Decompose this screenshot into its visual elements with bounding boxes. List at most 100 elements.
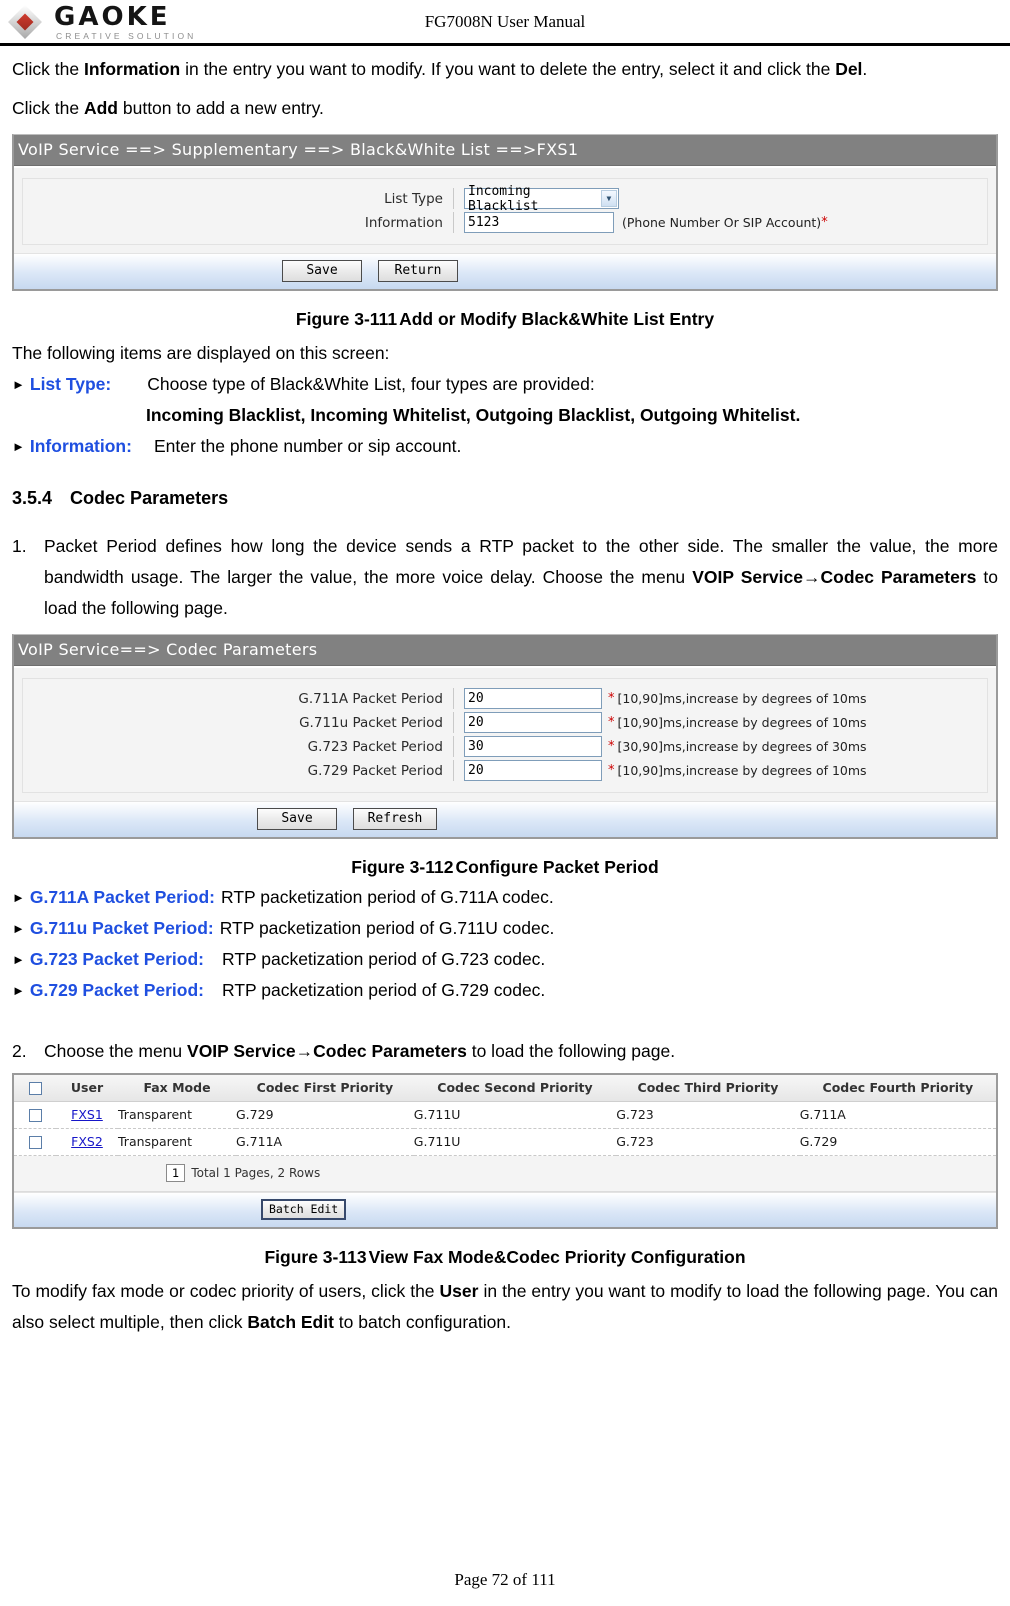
closing-paragraph: To modify fax mode or codec priority of … bbox=[12, 1276, 998, 1338]
bullet-g723: ► G.723 Packet Period: RTP packetization… bbox=[12, 944, 998, 975]
closing-text-e: to batch configuration. bbox=[333, 1312, 511, 1332]
triangle-bullet-icon: ► bbox=[12, 890, 25, 905]
row-user-cell: FXS1 bbox=[56, 1101, 118, 1129]
triangle-bullet-icon: ► bbox=[12, 377, 25, 392]
form-row-list-type: List Type Incoming Blacklist ▼ bbox=[23, 184, 987, 214]
header-codec-second: Codec Second Priority bbox=[413, 1075, 617, 1102]
screenshot-codec-breadcrumb-title: VoIP Service==> Codec Parameters bbox=[14, 635, 996, 666]
section-heading-codec-parameters: 3.5.4 Codec Parameters bbox=[12, 488, 998, 509]
list-type-selected-value: Incoming Blacklist bbox=[468, 183, 539, 214]
page-footer: Page 72 of 111 bbox=[454, 1570, 556, 1589]
g711a-hint: [10,90]ms,increase by degrees of 10ms bbox=[617, 691, 867, 706]
refresh-button[interactable]: Refresh bbox=[353, 808, 437, 830]
row-codec-fourth: G.711A bbox=[799, 1101, 996, 1129]
list-type-select[interactable]: Incoming Blacklist ▼ bbox=[464, 184, 619, 214]
row-codec-second: G.711U bbox=[413, 1128, 617, 1156]
closing-text-a: To modify fax mode or codec priority of … bbox=[12, 1281, 440, 1301]
information-label: Information bbox=[364, 214, 443, 231]
g711a-input[interactable]: 20 bbox=[464, 688, 602, 709]
bullet-g723-desc: RTP packetization period of G.723 codec. bbox=[222, 949, 546, 969]
paragraph-2-text: Choose the menu VOIP Service→Codec Param… bbox=[44, 1036, 998, 1067]
table-body: FXS1 Transparent G.729 G.711U G.723 G.71… bbox=[14, 1101, 996, 1156]
row-checkbox[interactable] bbox=[28, 1136, 42, 1149]
form-row-information: Information 5123 (Phone Number Or SIP Ac… bbox=[23, 212, 987, 233]
figure-caption-112: Figure 3-112 Configure Packet Period bbox=[12, 857, 998, 878]
bullet-information-desc: Enter the phone number or sip account. bbox=[153, 436, 462, 456]
required-asterisk: * bbox=[608, 715, 615, 730]
bullet-g711a: ► G.711A Packet Period: RTP packetizatio… bbox=[12, 882, 998, 913]
required-asterisk: * bbox=[608, 691, 615, 706]
numbered-paragraph-1: 1. Packet Period defines how long the de… bbox=[12, 531, 998, 624]
save-button[interactable]: Save bbox=[257, 808, 337, 830]
row-checkbox-cell bbox=[14, 1128, 56, 1156]
row-codec-first: G.729 bbox=[236, 1101, 414, 1129]
user-link-fxs1[interactable]: FXS1 bbox=[71, 1107, 103, 1122]
required-asterisk: * bbox=[821, 215, 828, 230]
bullet-g711a-desc: RTP packetization period of G.711A codec… bbox=[221, 887, 554, 907]
table-header-row: User Fax Mode Codec First Priority Codec… bbox=[14, 1075, 996, 1102]
g711a-label: G.711A Packet Period bbox=[298, 690, 443, 707]
header-codec-first: Codec First Priority bbox=[236, 1075, 414, 1102]
information-input[interactable]: 5123 bbox=[464, 212, 614, 233]
bullet-list-type-label: List Type: bbox=[29, 374, 112, 394]
select-all-checkbox[interactable] bbox=[28, 1082, 42, 1095]
row-codec-first: G.711A bbox=[236, 1128, 414, 1156]
row-codec-fourth: G.729 bbox=[799, 1128, 996, 1156]
bullet-g729-label: G.729 Packet Period: bbox=[29, 980, 204, 1000]
user-link-fxs2[interactable]: FXS2 bbox=[71, 1134, 103, 1149]
table-header: User Fax Mode Codec First Priority Codec… bbox=[14, 1075, 996, 1102]
screenshot-fax-codec-table: User Fax Mode Codec First Priority Codec… bbox=[12, 1073, 998, 1229]
row-codec-third: G.723 bbox=[616, 1101, 800, 1129]
save-button[interactable]: Save bbox=[282, 260, 362, 282]
page-number-button[interactable]: 1 bbox=[166, 1164, 186, 1182]
header-codec-third: Codec Third Priority bbox=[616, 1075, 800, 1102]
header-user: User bbox=[56, 1075, 118, 1102]
bullet-g711u: ► G.711u Packet Period: RTP packetizatio… bbox=[12, 913, 998, 944]
row-divider bbox=[453, 188, 454, 209]
bullet-g729-desc: RTP packetization period of G.729 codec. bbox=[222, 980, 546, 1000]
return-button[interactable]: Return bbox=[378, 260, 458, 282]
screenshot-button-bar: Save Return bbox=[14, 253, 996, 289]
para2-text-c: to load the following page. bbox=[466, 1041, 676, 1061]
bullet-g711u-desc: RTP packetization period of G.711U codec… bbox=[219, 918, 555, 938]
chevron-down-icon[interactable]: ▼ bbox=[600, 190, 617, 207]
bullet-list-type-subtext: Incoming Blacklist, Incoming Whitelist, … bbox=[146, 405, 801, 425]
para2-text-a: Choose the menu bbox=[44, 1041, 188, 1061]
row-codec-third: G.723 bbox=[616, 1128, 800, 1156]
g711u-input[interactable]: 20 bbox=[464, 712, 602, 733]
para2-menu-path: VOIP Service→Codec Parameters bbox=[187, 1041, 467, 1061]
section-title: Codec Parameters bbox=[70, 488, 229, 508]
figure-111-text: Add or Modify Black&White List Entry bbox=[399, 309, 715, 329]
header-codec-fourth: Codec Fourth Priority bbox=[799, 1075, 996, 1102]
form-container: List Type Incoming Blacklist ▼ Informati… bbox=[22, 178, 988, 245]
g729-input[interactable]: 20 bbox=[464, 760, 602, 781]
form-row-g711u: G.711u Packet Period 20 * [10,90]ms,incr… bbox=[23, 712, 987, 733]
screenshot-body: List Type Incoming Blacklist ▼ Informati… bbox=[14, 166, 996, 253]
figure-caption-113: Figure 3-113 View Fax Mode&Codec Priority… bbox=[12, 1247, 998, 1268]
triangle-bullet-icon: ► bbox=[12, 439, 25, 454]
intro2-text-a: Click the bbox=[12, 98, 84, 118]
row-checkbox[interactable] bbox=[28, 1109, 42, 1122]
bullet-list-type-desc: Choose type of Black&White List, four ty… bbox=[147, 374, 595, 394]
intro-add-keyword: Add bbox=[83, 98, 118, 118]
intro-information-keyword: Information bbox=[83, 59, 181, 79]
g729-hint: [10,90]ms,increase by degrees of 10ms bbox=[617, 763, 867, 778]
row-checkbox-cell bbox=[14, 1101, 56, 1129]
header-select-all bbox=[14, 1075, 56, 1102]
row-user-cell: FXS2 bbox=[56, 1128, 118, 1156]
figure-111-number: Figure 3-111 bbox=[295, 309, 398, 329]
row-divider bbox=[453, 688, 454, 709]
table-row: FXS1 Transparent G.729 G.711U G.723 G.71… bbox=[14, 1101, 996, 1129]
row-divider bbox=[453, 212, 454, 233]
row-divider bbox=[453, 760, 454, 781]
row-fax-mode: Transparent bbox=[118, 1101, 236, 1129]
table-row: FXS2 Transparent G.711A G.711U G.723 G.7… bbox=[14, 1128, 996, 1156]
triangle-bullet-icon: ► bbox=[12, 983, 25, 998]
g723-input[interactable]: 30 bbox=[464, 736, 602, 757]
batch-edit-button[interactable]: Batch Edit bbox=[261, 1199, 347, 1220]
intro-paragraph-2: Click the Add button to add a new entry. bbox=[12, 93, 998, 124]
numbered-paragraph-2: 2. Choose the menu VOIP Service→Codec Pa… bbox=[12, 1036, 998, 1067]
bullet-g711u-label: G.711u Packet Period: bbox=[29, 918, 214, 938]
intro2-text-c: button to add a new entry. bbox=[118, 98, 324, 118]
intro-text-a: Click the bbox=[12, 59, 84, 79]
